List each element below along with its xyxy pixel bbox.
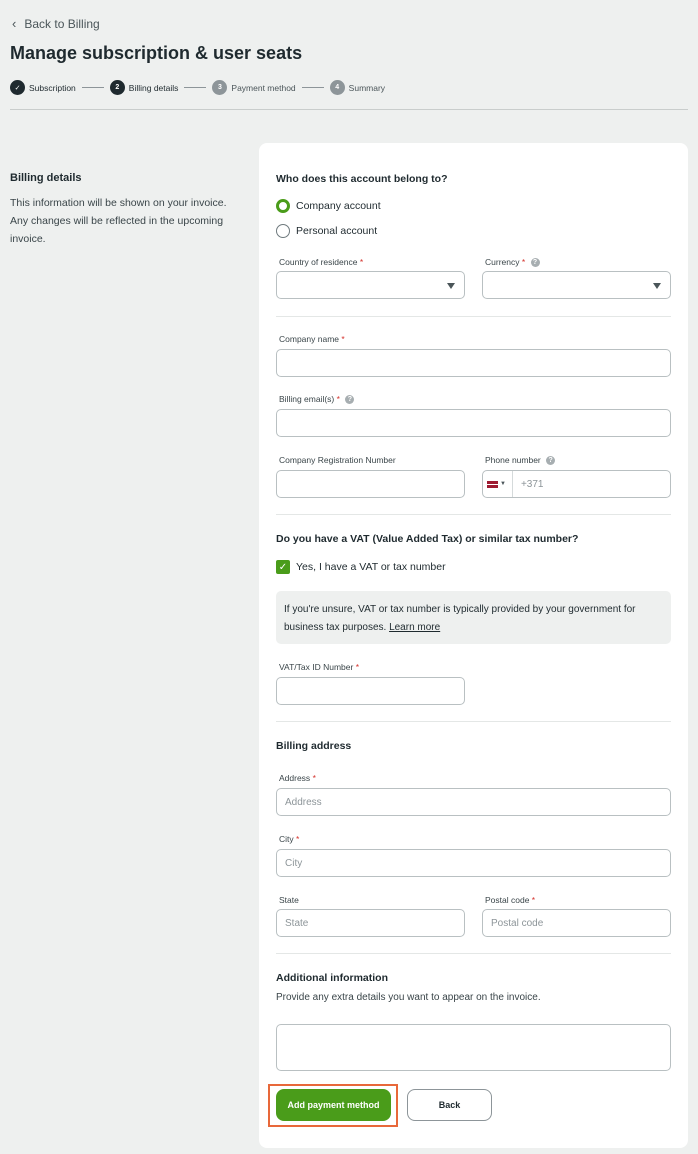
required-mark: *	[312, 773, 316, 783]
section-separator	[276, 514, 671, 515]
currency-select[interactable]	[482, 271, 671, 299]
phone-label: Phone number ?	[485, 455, 556, 466]
chevron-left-icon: ‹	[12, 16, 17, 31]
back-button[interactable]: Back	[407, 1089, 492, 1121]
radio-label: Company account	[296, 200, 381, 212]
state-input[interactable]: State	[276, 909, 465, 937]
required-mark: *	[355, 662, 360, 672]
label-text: Phone number	[485, 455, 541, 465]
additional-info-heading: Additional information	[276, 972, 388, 984]
company-name-label: Company name *	[279, 334, 345, 344]
step-number: 3	[212, 80, 228, 95]
billing-email-input[interactable]	[276, 409, 671, 437]
learn-more-link[interactable]: Learn more	[389, 622, 440, 633]
radio-label: Personal account	[296, 225, 378, 237]
country-select[interactable]	[276, 271, 465, 299]
additional-info-description: Provide any extra details you want to ap…	[276, 992, 541, 1003]
back-link-label: Back to Billing	[24, 16, 100, 31]
postal-code-input[interactable]: Postal code	[482, 909, 671, 937]
label-text: Currency	[485, 257, 520, 267]
address-input[interactable]: Address	[276, 788, 671, 816]
step-connector	[184, 87, 207, 88]
label-text: Billing email(s)	[279, 394, 335, 404]
radio-company-account[interactable]: Company account	[276, 199, 381, 213]
label-text: VAT/Tax ID Number	[279, 662, 354, 672]
section-separator	[276, 953, 671, 954]
company-name-input[interactable]	[276, 349, 671, 377]
company-reg-label: Company Registration Number	[279, 455, 396, 465]
label-text: Address	[279, 773, 311, 783]
label-text: City	[279, 834, 294, 844]
currency-label: Currency * ?	[485, 257, 540, 268]
radio-personal-account[interactable]: Personal account	[276, 224, 377, 238]
step-payment-method[interactable]: 3 Payment method	[212, 80, 296, 95]
vat-id-label: VAT/Tax ID Number *	[279, 662, 359, 672]
section-separator	[276, 316, 671, 317]
phone-prefix: +371	[520, 478, 544, 490]
additional-info-textarea[interactable]	[276, 1024, 671, 1071]
help-icon[interactable]: ?	[546, 456, 556, 466]
step-summary[interactable]: 4 Summary	[329, 80, 386, 95]
billing-email-label: Billing email(s) * ?	[279, 394, 355, 405]
step-connector	[81, 87, 104, 88]
checkmark-icon[interactable]: ✓	[276, 560, 290, 574]
account-question: Who does this account belong to?	[276, 173, 448, 185]
vat-checkbox-row[interactable]: ✓ Yes, I have a VAT or tax number	[276, 560, 446, 574]
label-text: Company name	[279, 334, 340, 344]
label-text: Postal code	[485, 895, 530, 905]
required-mark: *	[359, 257, 364, 267]
back-to-billing-link[interactable]: ‹ Back to Billing	[12, 16, 100, 31]
postal-code-label: Postal code *	[485, 895, 535, 905]
vat-checkbox-label: Yes, I have a VAT or tax number	[296, 561, 446, 573]
step-number: 4	[329, 80, 345, 95]
company-reg-input[interactable]	[276, 470, 465, 498]
required-mark: *	[336, 394, 340, 404]
country-code-dropdown[interactable]: ▼	[487, 471, 513, 497]
vat-id-input[interactable]	[276, 677, 465, 705]
city-input[interactable]: City	[276, 849, 671, 877]
check-icon: ✓	[10, 80, 25, 95]
billing-address-heading: Billing address	[276, 740, 352, 752]
required-mark: *	[521, 257, 526, 267]
radio-button[interactable]	[276, 224, 290, 238]
radio-button-checked[interactable]	[276, 199, 290, 213]
step-label: Payment method	[231, 82, 296, 93]
address-label: Address *	[279, 773, 316, 783]
vat-info-box: If you're unsure, VAT or tax number is t…	[276, 591, 671, 644]
section-description: Billing details This information will be…	[10, 172, 230, 248]
step-connector	[301, 87, 324, 88]
vat-info-text: If you're unsure, VAT or tax number is t…	[284, 604, 636, 633]
step-billing-details[interactable]: 2 Billing details	[109, 80, 179, 95]
page-title: Manage subscription & user seats	[10, 43, 303, 63]
step-label: Billing details	[128, 82, 179, 93]
billing-form-card: Who does this account belong to? Company…	[259, 143, 688, 1148]
country-label: Country of residence *	[279, 257, 363, 267]
section-heading: Billing details	[10, 172, 82, 184]
latvia-flag-icon	[487, 480, 498, 488]
vat-question: Do you have a VAT (Value Added Tax) or s…	[276, 533, 579, 545]
state-label: State	[279, 895, 299, 905]
required-mark: *	[531, 895, 536, 905]
section-separator	[276, 721, 671, 722]
help-icon[interactable]: ?	[530, 258, 540, 268]
help-icon[interactable]: ?	[345, 395, 355, 405]
city-label: City *	[279, 834, 299, 844]
add-payment-method-button[interactable]: Add payment method	[276, 1089, 391, 1121]
caret-down-icon: ▼	[500, 481, 506, 487]
section-description-text: This information will be shown on your i…	[10, 197, 227, 245]
stepper: ✓ Subscription 2 Billing details 3 Payme…	[10, 80, 385, 95]
header-divider	[10, 109, 688, 110]
required-mark: *	[296, 834, 300, 844]
step-subscription[interactable]: ✓ Subscription	[10, 80, 76, 95]
caret-down-icon	[653, 283, 661, 289]
step-label: Subscription	[29, 82, 76, 93]
step-label: Summary	[348, 82, 386, 93]
label-text: Country of residence	[279, 257, 358, 267]
phone-input[interactable]: ▼ +371	[482, 470, 671, 498]
caret-down-icon	[447, 283, 455, 289]
required-mark: *	[341, 334, 345, 344]
step-number: 2	[109, 80, 125, 95]
